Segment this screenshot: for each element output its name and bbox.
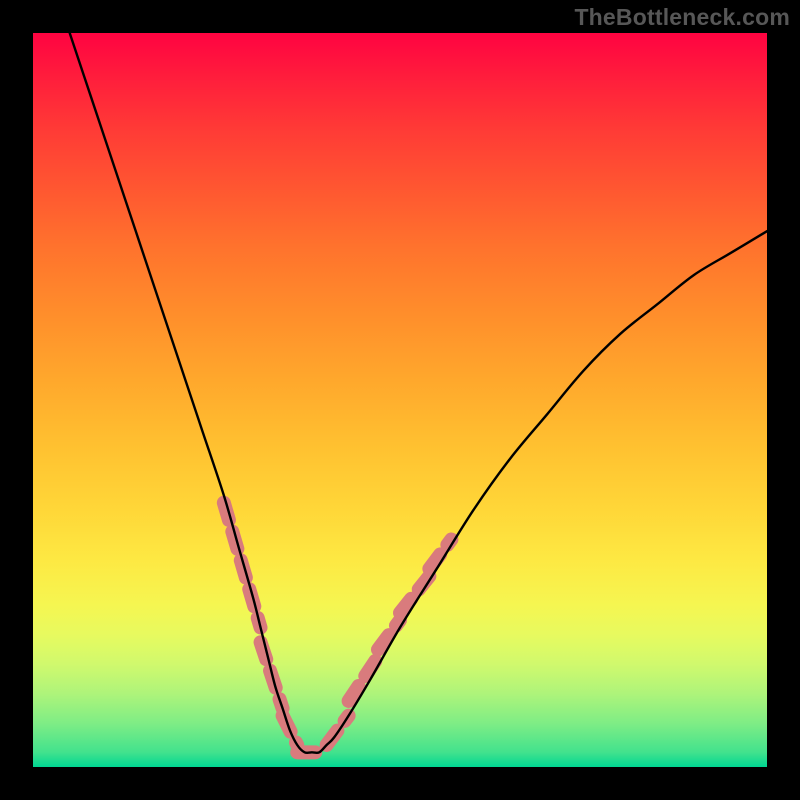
plot-area bbox=[33, 33, 767, 767]
chart-frame: TheBottleneck.com bbox=[0, 0, 800, 800]
highlight-segment bbox=[349, 657, 378, 701]
bottleneck-curve-path bbox=[70, 33, 767, 753]
watermark-text: TheBottleneck.com bbox=[574, 4, 790, 31]
bottleneck-curve-svg bbox=[33, 33, 767, 767]
highlight-segments-group bbox=[224, 503, 452, 753]
highlight-segment bbox=[400, 576, 429, 613]
